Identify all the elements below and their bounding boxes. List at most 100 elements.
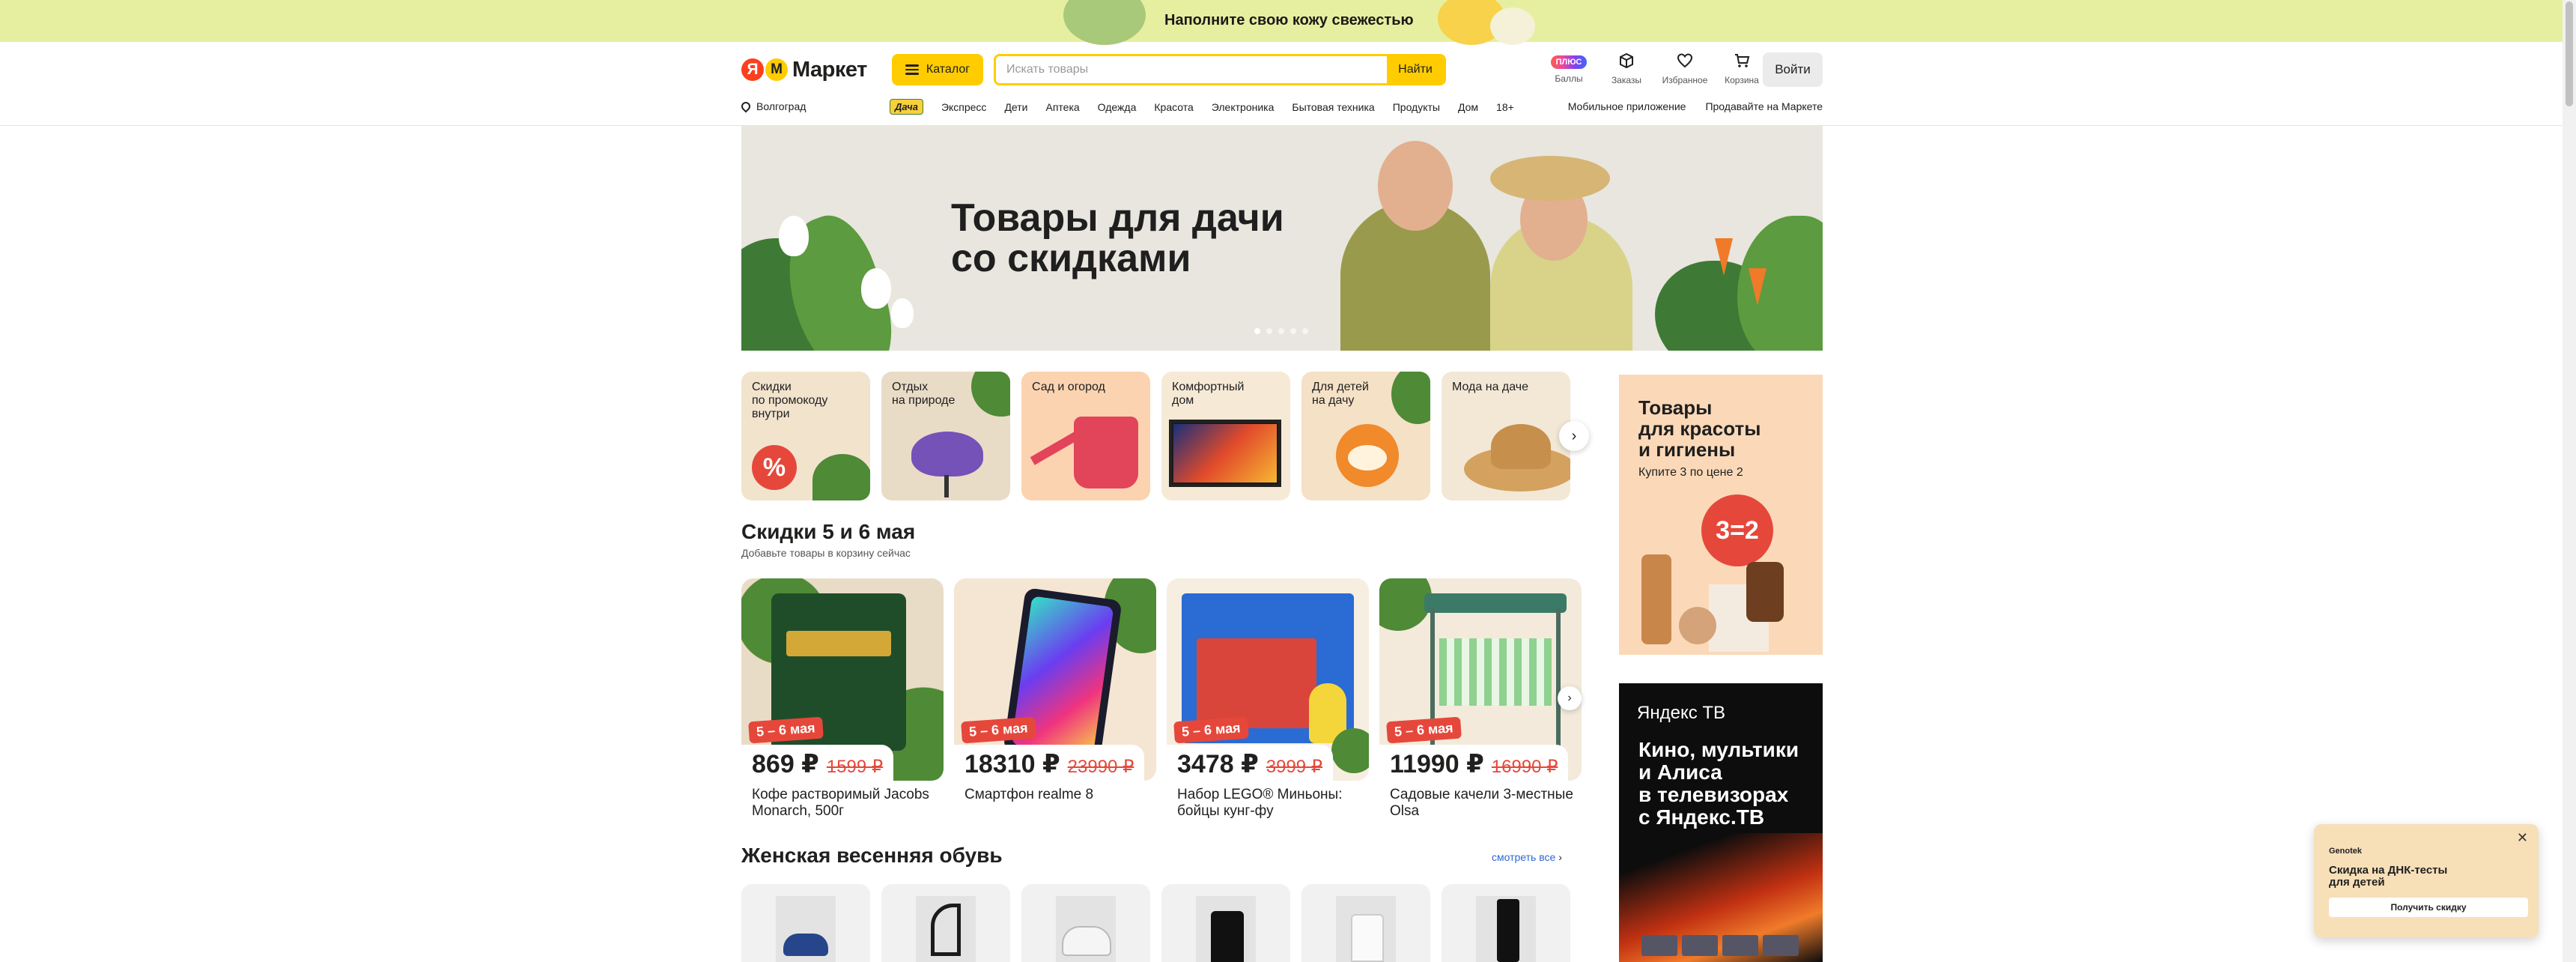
logo-text: Маркет [792, 57, 867, 82]
flower-decoration [779, 216, 809, 256]
scrollbar-thumb[interactable] [2566, 1, 2573, 106]
deal-price: 18310 ₽ [965, 750, 1060, 778]
get-discount-button[interactable]: Получить скидку [2329, 898, 2528, 917]
category-label: Скидки по промокоду внутри [752, 381, 828, 420]
category-card-fashion[interactable]: Мода на даче [1442, 372, 1570, 500]
deal-old-price: 1599 ₽ [826, 757, 884, 777]
shoes-title: Женская весенняя обувь [741, 844, 1003, 867]
promo-banner[interactable]: Наполните свою кожу свежестью [0, 0, 2563, 45]
ad-beauty-banner[interactable]: Товары для красоты и гигиены Купите 3 по… [1619, 375, 1823, 655]
location-selector[interactable]: Волгоград [739, 100, 806, 113]
see-all-label: смотреть все [1492, 851, 1556, 863]
popup-brand: Genotek [2329, 847, 2363, 856]
scrollbar[interactable] [2563, 0, 2576, 962]
mobile-app-link[interactable]: Мобильное приложение [1568, 100, 1686, 112]
close-icon[interactable]: ✕ [2517, 830, 2528, 846]
carousel-dot[interactable] [1290, 328, 1296, 334]
category-label: Для детей на дачу [1312, 381, 1369, 407]
nav-link[interactable]: Одежда [1098, 101, 1137, 113]
category-card-garden[interactable]: Сад и огород [1021, 372, 1150, 500]
market-logo[interactable]: Я М Маркет [741, 57, 867, 82]
hero-banner[interactable]: Товары для дачи со скидками [741, 126, 1823, 351]
carousel-dot[interactable] [1278, 328, 1284, 334]
deal-name[interactable]: Кофе растворимый Jacobs Monarch, 500г [752, 787, 944, 820]
deals-title: Скидки 5 и 6 мая [741, 520, 916, 543]
shoe-card[interactable] [1161, 884, 1290, 962]
nav-link[interactable]: Бытовая техника [1292, 101, 1374, 113]
category-card-discounts[interactable]: Скидки по промокоду внутри % [741, 372, 870, 500]
shoe-card[interactable] [1442, 884, 1570, 962]
grill-image [911, 432, 983, 477]
location-pin-icon [739, 100, 753, 113]
deal-name[interactable]: Садовые качели 3-местные Olsa [1390, 787, 1582, 820]
genotek-popup[interactable]: ✕ Genotek Скидка на ДНК-тесты для детей … [2314, 824, 2539, 938]
nav-link[interactable]: Красота [1154, 101, 1193, 113]
carousel-dot[interactable] [1302, 328, 1308, 334]
category-label: Отдых на природе [892, 381, 956, 407]
nav-link[interactable]: Электроника [1212, 101, 1275, 113]
leaf-decoration [1331, 728, 1369, 773]
leaf-decoration [1391, 372, 1430, 424]
nav-link[interactable]: Продукты [1393, 101, 1440, 113]
see-all-link[interactable]: смотреть все › [1492, 851, 1562, 863]
nav-link-dacha[interactable]: Дача [890, 99, 923, 115]
hero-title-line: Товары для дачи [951, 196, 1284, 240]
category-label: Комфортный дом [1172, 381, 1245, 407]
shoe-card[interactable] [1301, 884, 1430, 962]
login-button[interactable]: Войти [1763, 52, 1823, 87]
shoe-image [776, 896, 836, 962]
catalog-label: Каталог [926, 63, 970, 76]
category-card-home[interactable]: Комфортный дом [1161, 372, 1290, 500]
deal-card[interactable]: 5 – 6 мая 3478 ₽ 3999 ₽ Набор LEGO® Минь… [1167, 578, 1369, 833]
bottle-image [1641, 554, 1671, 644]
nav-bar: Волгоград Дача Экспресс Дети Аптека Одеж… [739, 99, 1823, 117]
cart-label: Корзина [1725, 75, 1759, 85]
ad-tv-tiles-image [1641, 935, 1799, 956]
deal-price: 11990 ₽ [1390, 750, 1484, 778]
carousel-dot[interactable] [1254, 328, 1260, 334]
search-button[interactable]: Найти [1387, 56, 1444, 83]
percent-icon: % [752, 445, 797, 490]
deal-card[interactable]: 5 – 6 мая 869 ₽ 1599 ₽ Кофе растворимый … [741, 578, 944, 833]
nav-links: Дача Экспресс Дети Аптека Одежда Красота… [890, 99, 1514, 115]
search-input[interactable] [996, 56, 1385, 83]
points-button[interactable]: ПЛЮС Баллы [1539, 52, 1599, 84]
ad-yandex-tv-banner[interactable]: Яндекс ТВ Кино, мультики и Алиса в телев… [1619, 683, 1823, 962]
deal-name[interactable]: Набор LEGO® Миньоны: бойцы кунг-фу [1177, 787, 1369, 820]
orders-button[interactable]: Заказы [1597, 52, 1656, 85]
deal-card[interactable]: 5 – 6 мая 18310 ₽ 23990 ₽ Смартфон realm… [954, 578, 1156, 833]
shoe-card[interactable] [741, 884, 870, 962]
orders-label: Заказы [1611, 75, 1642, 85]
deal-card[interactable]: 5 – 6 мая 11990 ₽ 16990 ₽ Садовые качели… [1379, 578, 1582, 833]
nav-link[interactable]: 18+ [1496, 101, 1514, 113]
man-face-image [1378, 141, 1453, 231]
category-card-kids[interactable]: Для детей на дачу [1301, 372, 1430, 500]
deal-old-price: 23990 ₽ [1067, 757, 1134, 777]
straw-hat-crown-image [1491, 424, 1551, 469]
category-card-outdoor[interactable]: Отдых на природе [881, 372, 1010, 500]
swing-canopy-image [1424, 593, 1567, 613]
nav-link[interactable]: Аптека [1045, 101, 1079, 113]
shoe-card[interactable] [1021, 884, 1150, 962]
hero-title: Товары для дачи со скидками [951, 198, 1284, 279]
leaf-decoration [971, 372, 1010, 417]
yandex-logo-icon: Я [741, 58, 764, 81]
popup-text: Скидка на ДНК-тесты для детей [2329, 864, 2448, 889]
sell-on-market-link[interactable]: Продавайте на Маркете [1705, 100, 1823, 112]
flower-decoration [861, 268, 891, 309]
cosmetic-image [1679, 607, 1716, 644]
box-icon [1597, 52, 1656, 72]
watering-can-spout-image [1030, 431, 1081, 465]
shoe-card[interactable] [881, 884, 1010, 962]
deal-name[interactable]: Смартфон realme 8 [965, 787, 1156, 803]
nav-link[interactable]: Дом [1458, 101, 1478, 113]
favorites-button[interactable]: Избранное [1655, 52, 1715, 85]
location-label: Волгоград [756, 100, 806, 112]
deals-next-arrow-icon[interactable]: › [1558, 686, 1582, 710]
nav-link[interactable]: Экспресс [941, 101, 987, 113]
nav-link[interactable]: Дети [1004, 101, 1027, 113]
catalog-button[interactable]: Каталог [892, 54, 983, 85]
carousel-dot[interactable] [1266, 328, 1272, 334]
promo-decoration [1490, 7, 1535, 45]
category-next-arrow-icon[interactable]: › [1559, 421, 1589, 451]
